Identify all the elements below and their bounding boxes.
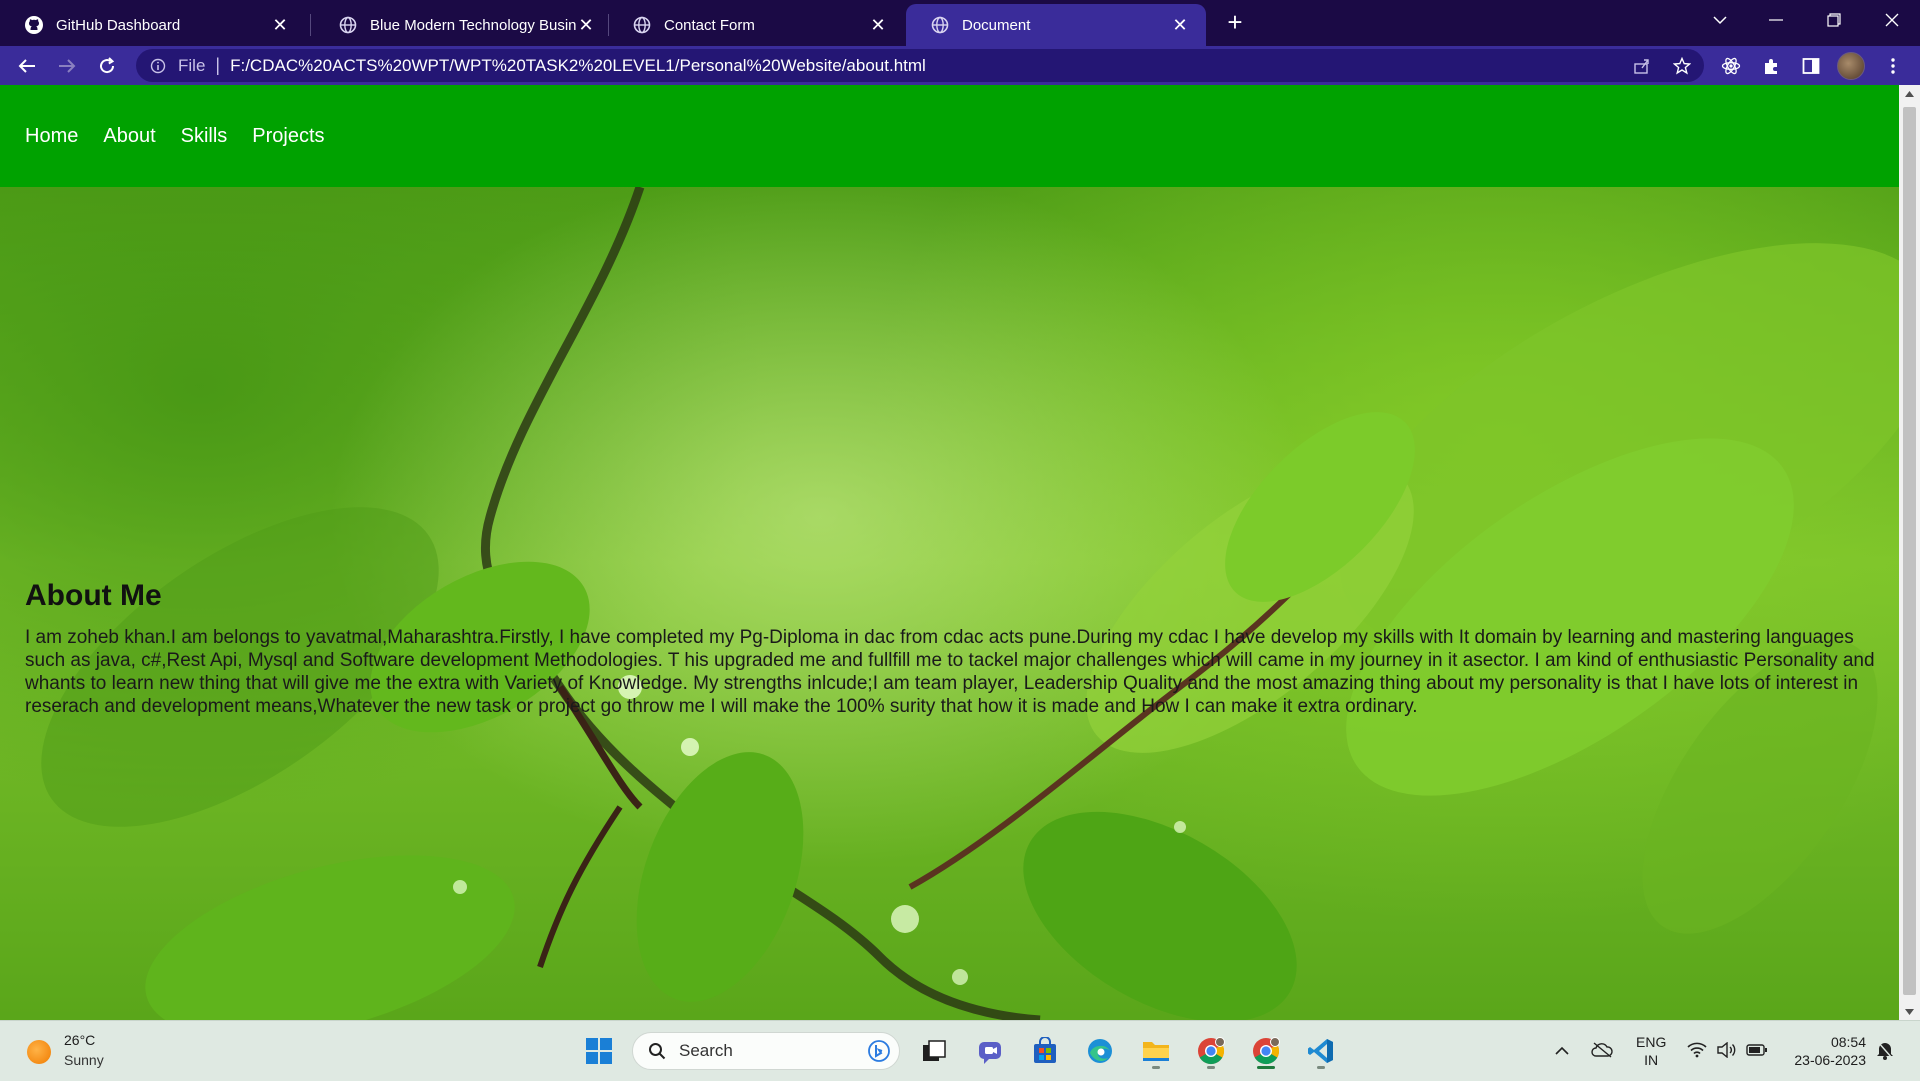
globe-icon <box>632 15 652 35</box>
tab-blue-modern[interactable]: Blue Modern Technology Busines ✕ <box>314 4 610 46</box>
language-indicator[interactable]: ENG IN <box>1636 1033 1666 1069</box>
language-code: ENG <box>1636 1034 1667 1050</box>
notification-bell-icon[interactable] <box>1874 1039 1896 1061</box>
star-icon[interactable] <box>1664 49 1700 82</box>
minimize-button[interactable] <box>1754 0 1798 40</box>
running-indicator <box>1152 1066 1160 1069</box>
task-view-icon[interactable] <box>914 1031 954 1071</box>
system-clock[interactable]: 08:54 23-06-2023 <box>1784 1033 1866 1069</box>
react-devtools-icon[interactable] <box>1713 46 1749 85</box>
profile-avatar[interactable] <box>1833 46 1869 85</box>
info-icon[interactable] <box>148 56 168 76</box>
new-tab-button[interactable]: + <box>1222 9 1248 36</box>
page-title: About Me <box>25 579 162 612</box>
battery-icon[interactable] <box>1746 1039 1768 1061</box>
search-icon <box>647 1041 667 1061</box>
scrollbar-thumb[interactable] <box>1903 107 1916 995</box>
reload-button[interactable] <box>89 46 125 85</box>
tab-title: GitHub Dashboard <box>56 16 181 34</box>
tab-separator <box>310 14 311 36</box>
sun-icon[interactable] <box>27 1040 51 1064</box>
tab-strip: GitHub Dashboard ✕ Blue Modern Technolog… <box>0 0 1920 46</box>
clock-time: 08:54 <box>1830 1034 1866 1050</box>
vertical-scrollbar[interactable] <box>1899 85 1920 1020</box>
share-icon[interactable] <box>1624 49 1660 82</box>
weather-description[interactable]: Sunny <box>64 1052 104 1068</box>
scroll-down-arrow-icon[interactable] <box>1899 1003 1920 1020</box>
file-explorer-icon[interactable] <box>1136 1031 1176 1071</box>
tab-github-dashboard[interactable]: GitHub Dashboard ✕ <box>0 4 306 46</box>
site-navbar: Home About Skills Projects <box>0 85 1899 187</box>
edge-icon[interactable] <box>1080 1031 1120 1071</box>
scroll-up-arrow-icon[interactable] <box>1899 85 1920 102</box>
chevron-up-icon[interactable] <box>1551 1039 1573 1061</box>
close-icon[interactable]: ✕ <box>1170 15 1190 35</box>
address-bar[interactable]: File | F:/CDAC%20ACTS%20WPT/WPT%20TASK2%… <box>136 49 1704 82</box>
side-panel-icon[interactable] <box>1793 46 1829 85</box>
page-viewport: Home About Skills Projects About Me I am… <box>0 85 1920 1020</box>
back-button[interactable] <box>9 46 45 85</box>
wifi-icon[interactable] <box>1686 1039 1708 1061</box>
chrome-icon[interactable] <box>1191 1031 1231 1071</box>
search-label: Search <box>679 1041 733 1060</box>
browser-toolbar: File | F:/CDAC%20ACTS%20WPT/WPT%20TASK2%… <box>0 46 1920 85</box>
running-indicator <box>1317 1066 1325 1069</box>
tab-title: Document <box>962 16 1031 34</box>
taskbar: 26°C Sunny Search ENG IN 08:54 23-06-202… <box>0 1020 1920 1081</box>
onedrive-offline-icon[interactable] <box>1591 1039 1613 1061</box>
restore-button[interactable] <box>1812 0 1856 40</box>
volume-icon[interactable] <box>1716 1039 1738 1061</box>
extensions-icon[interactable] <box>1753 46 1789 85</box>
about-paragraph: I am zoheb khan.I am belongs to yavatmal… <box>25 627 1875 717</box>
leaves-background-image <box>41 187 1899 1020</box>
forward-button[interactable] <box>49 46 85 85</box>
region-code: IN <box>1644 1052 1659 1068</box>
url-text[interactable]: F:/CDAC%20ACTS%20WPT/WPT%20TASK2%20LEVEL… <box>230 56 926 76</box>
weather-temperature[interactable]: 26°C <box>64 1032 95 1048</box>
close-window-button[interactable] <box>1870 0 1914 40</box>
globe-icon <box>930 15 950 35</box>
nav-projects[interactable]: Projects <box>252 125 324 148</box>
clock-date: 23-06-2023 <box>1794 1052 1866 1068</box>
divider: | <box>215 55 221 75</box>
microsoft-store-icon[interactable] <box>1025 1031 1065 1071</box>
about-section: About Me I am zoheb khan.I am belongs to… <box>0 187 1899 1020</box>
avatar <box>1837 51 1865 80</box>
nav-home[interactable]: Home <box>25 125 78 148</box>
vscode-icon[interactable] <box>1301 1031 1341 1071</box>
tab-search-icon[interactable] <box>1698 0 1742 40</box>
menu-icon[interactable] <box>1875 46 1911 85</box>
tab-title: Contact Form <box>664 16 755 34</box>
teams-chat-icon[interactable] <box>970 1031 1010 1071</box>
github-icon <box>24 15 44 35</box>
nav-about[interactable]: About <box>103 125 155 148</box>
active-indicator <box>1257 1066 1275 1069</box>
nav-skills[interactable]: Skills <box>181 125 228 148</box>
running-indicator <box>1207 1066 1215 1069</box>
tab-contact-form[interactable]: Contact Form ✕ <box>608 4 904 46</box>
close-icon[interactable]: ✕ <box>270 15 290 35</box>
tab-document[interactable]: Document ✕ <box>906 4 1206 46</box>
taskbar-search[interactable]: Search <box>632 1032 900 1070</box>
bing-icon[interactable] <box>865 1037 893 1065</box>
scheme-label: File <box>178 55 206 75</box>
tab-title: Blue Modern Technology Busines <box>370 16 576 34</box>
close-icon[interactable]: ✕ <box>868 15 888 35</box>
windows-start-icon[interactable] <box>579 1031 619 1071</box>
globe-icon <box>338 15 358 35</box>
close-icon[interactable]: ✕ <box>576 15 596 35</box>
chrome-profile-icon[interactable] <box>1246 1031 1286 1071</box>
